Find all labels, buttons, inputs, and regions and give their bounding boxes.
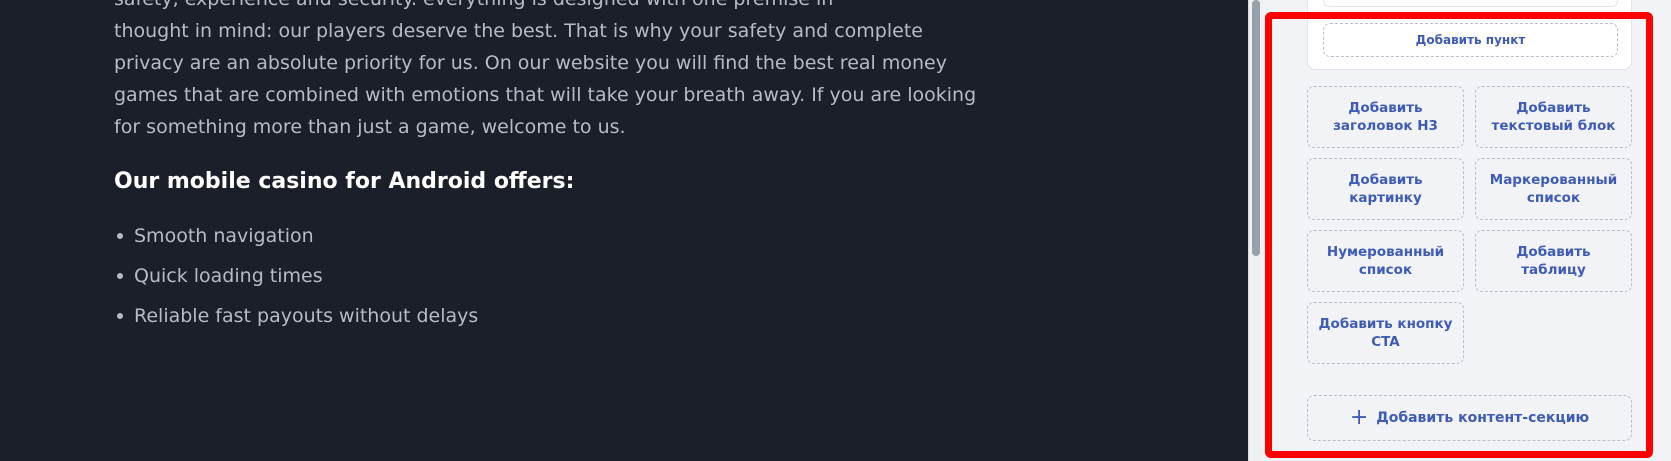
add-h3-label: Добавить заголовок H3 (1333, 100, 1438, 134)
add-h3-button[interactable]: Добавить заголовок H3 (1307, 86, 1464, 148)
add-cta-button[interactable]: Добавить кнопку CTA (1307, 302, 1464, 364)
list-items-card: Добавить пункт (1307, 0, 1632, 70)
intro-line: thought in mind: our players deserve the… (114, 20, 923, 42)
content-preview: safety, experience and security. everyth… (0, 0, 1248, 461)
add-text-block-label: Добавить текстовый блок (1491, 100, 1616, 134)
add-numbered-list-label: Нумерованный список (1326, 244, 1445, 278)
add-bulleted-list-label: Маркерованный список (1489, 172, 1618, 206)
intro-line: privacy are an absolute priority for us.… (114, 52, 947, 74)
scrollbar-thumb[interactable] (1252, 0, 1260, 256)
editor-panel: Добавить пункт Добавить заголовок H3 Доб… (1262, 0, 1671, 461)
plus-icon: + (1349, 405, 1369, 430)
intro-line: games that are combined with emotions th… (114, 84, 977, 106)
add-text-block-button[interactable]: Добавить текстовый блок (1475, 86, 1632, 148)
list-item: Reliable fast payouts without delays (114, 296, 478, 336)
add-item-button[interactable]: Добавить пункт (1323, 23, 1618, 57)
add-table-button[interactable]: Добавить таблицу (1475, 230, 1632, 292)
add-cta-label: Добавить кнопку CTA (1318, 316, 1453, 350)
add-image-button[interactable]: Добавить картинку (1307, 158, 1464, 220)
add-numbered-list-button[interactable]: Нумерованный список (1307, 230, 1464, 292)
list-item: Quick loading times (114, 256, 478, 296)
add-image-label: Добавить картинку (1348, 172, 1423, 206)
add-content-section-button[interactable]: + Добавить контент-секцию (1307, 395, 1632, 441)
previous-item-field[interactable] (1323, 0, 1618, 7)
list-item: Smooth navigation (114, 216, 478, 256)
intro-line: safety, experience and security. everyth… (114, 0, 914, 15)
intro-paragraph: safety, experience and security. everyth… (114, 0, 977, 143)
add-bulleted-list-button[interactable]: Маркерованный список (1475, 158, 1632, 220)
add-content-section-label: Добавить контент-секцию (1376, 410, 1590, 426)
feature-list: Smooth navigation Quick loading times Re… (114, 216, 478, 336)
section-heading: Our mobile casino for Android offers: (114, 169, 575, 194)
preview-scrollbar[interactable] (1248, 0, 1262, 461)
intro-line: for something more than just a game, wel… (114, 116, 626, 138)
add-table-label: Добавить таблицу (1516, 244, 1591, 278)
